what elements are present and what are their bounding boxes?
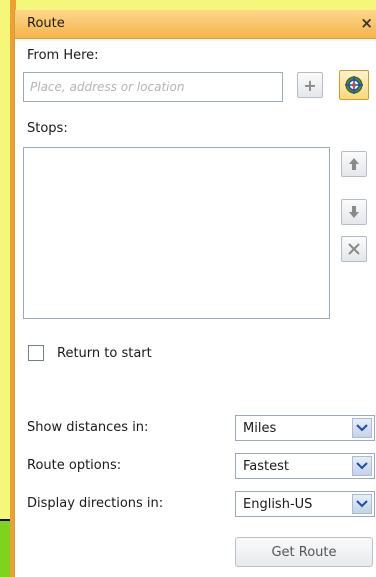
directions-select[interactable]: English-US — [235, 491, 375, 517]
directions-label: Display directions in: — [27, 496, 164, 511]
remove-icon — [348, 243, 360, 255]
move-down-button[interactable] — [341, 199, 367, 225]
panel-title: Route — [27, 16, 65, 31]
chevron-down-icon[interactable] — [352, 494, 372, 514]
chevron-down-icon[interactable] — [352, 418, 372, 438]
from-input[interactable] — [23, 72, 283, 102]
close-icon[interactable]: × — [360, 14, 373, 32]
return-to-start-label: Return to start — [57, 346, 152, 361]
locate-icon — [345, 76, 363, 94]
route-panel: Route × From Here: + Stops: Return to — [14, 10, 376, 577]
route-options-select[interactable]: Fastest — [235, 453, 375, 479]
arrow-up-icon — [349, 158, 359, 170]
panel-titlebar: Route × — [15, 10, 376, 39]
add-stop-button[interactable]: + — [297, 72, 323, 98]
return-to-start-checkbox[interactable] — [28, 345, 44, 361]
route-options-label: Route options: — [27, 458, 122, 473]
stops-list[interactable] — [23, 147, 330, 319]
plus-icon: + — [303, 75, 317, 95]
locate-button[interactable] — [339, 70, 369, 100]
chevron-down-icon[interactable] — [352, 456, 372, 476]
distances-label: Show distances in: — [27, 420, 149, 435]
arrow-down-icon — [349, 206, 359, 218]
move-up-button[interactable] — [341, 151, 367, 177]
from-label: From Here: — [27, 48, 99, 63]
remove-stop-button[interactable] — [341, 236, 367, 262]
get-route-button[interactable]: Get Route — [235, 537, 373, 567]
directions-value: English-US — [243, 497, 313, 512]
route-options-value: Fastest — [243, 459, 289, 474]
stops-label: Stops: — [27, 121, 68, 136]
distances-select[interactable]: Miles — [235, 415, 375, 441]
distances-value: Miles — [243, 421, 277, 436]
